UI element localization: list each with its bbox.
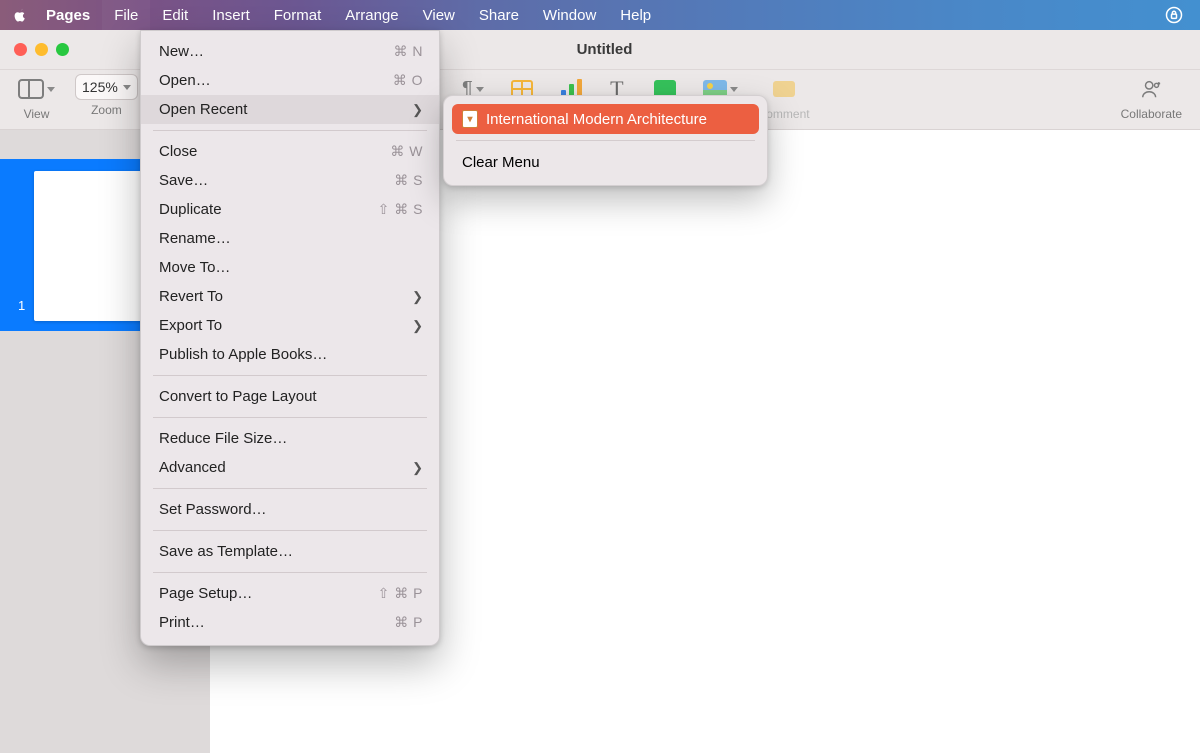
menu-window[interactable]: Window [531, 0, 608, 30]
menu-item-label: Advanced [159, 459, 412, 476]
open-recent-submenu: ▾ International Modern Architecture Clea… [443, 95, 768, 186]
file-menu-item[interactable]: Open…⌘ O [141, 66, 439, 95]
toolbar-zoom-label: Zoom [91, 103, 122, 117]
file-menu-item[interactable]: Duplicate⇧ ⌘ S [141, 195, 439, 224]
menu-item-label: Open… [159, 72, 377, 89]
menu-item-label: Reduce File Size… [159, 430, 423, 447]
toolbar-zoom[interactable]: 125% Zoom [65, 70, 148, 129]
page-thumbnail-image [34, 171, 154, 321]
file-menu-item[interactable]: Advanced❯ [141, 453, 439, 482]
file-menu-item[interactable]: Save as Template… [141, 537, 439, 566]
close-window-button[interactable] [14, 43, 27, 56]
menu-separator [456, 140, 755, 141]
file-menu-item[interactable]: Open Recent❯ [141, 95, 439, 124]
chevron-right-icon: ❯ [412, 102, 423, 118]
menu-separator [153, 417, 427, 418]
pages-document-icon: ▾ [462, 110, 478, 128]
menu-shortcut: ⇧ ⌘ S [377, 201, 423, 218]
menu-item-label: Publish to Apple Books… [159, 346, 423, 363]
zoom-value: 125% [82, 79, 118, 95]
menu-item-label: Print… [159, 614, 377, 631]
menu-edit[interactable]: Edit [150, 0, 200, 30]
menu-share[interactable]: Share [467, 0, 531, 30]
chevron-down-icon [730, 87, 738, 92]
file-menu-item[interactable]: Rename… [141, 224, 439, 253]
file-menu-item[interactable]: Convert to Page Layout [141, 382, 439, 411]
menu-shortcut: ⌘ S [377, 172, 423, 189]
file-menu-item[interactable]: New…⌘ N [141, 37, 439, 66]
toolbar-collaborate[interactable]: Collaborate [1111, 70, 1192, 129]
menu-shortcut: ⌘ W [377, 143, 423, 160]
file-menu-item[interactable]: Reduce File Size… [141, 424, 439, 453]
menu-separator [153, 530, 427, 531]
file-menu-item[interactable]: Set Password… [141, 495, 439, 524]
menu-shortcut: ⇧ ⌘ P [377, 585, 423, 602]
menu-item-label: Save as Template… [159, 543, 423, 560]
menu-shortcut: ⌘ P [377, 614, 423, 631]
menu-item-label: Rename… [159, 230, 423, 247]
menu-insert[interactable]: Insert [200, 0, 262, 30]
comment-icon [773, 81, 795, 97]
menu-item-label: Revert To [159, 288, 412, 305]
menu-help[interactable]: Help [608, 0, 663, 30]
file-menu-item[interactable]: Publish to Apple Books… [141, 340, 439, 369]
page-number: 1 [18, 298, 25, 313]
view-icon [18, 79, 44, 99]
menu-separator [153, 488, 427, 489]
file-menu-item[interactable]: Revert To❯ [141, 282, 439, 311]
chevron-down-icon [123, 85, 131, 90]
app-name[interactable]: Pages [34, 0, 102, 30]
toolbar-collaborate-label: Collaborate [1121, 107, 1182, 121]
file-menu-item[interactable]: Save…⌘ S [141, 166, 439, 195]
file-menu-item[interactable]: Export To❯ [141, 311, 439, 340]
chevron-down-icon [476, 87, 484, 92]
menu-item-label: Export To [159, 317, 412, 334]
chevron-right-icon: ❯ [412, 289, 423, 305]
recent-document-item[interactable]: ▾ International Modern Architecture [452, 104, 759, 134]
menu-item-label: Save… [159, 172, 377, 189]
menu-file[interactable]: File [102, 0, 150, 30]
lock-status-icon[interactable] [1154, 5, 1194, 25]
menu-item-label: Convert to Page Layout [159, 388, 423, 405]
traffic-lights [0, 43, 69, 56]
apple-menu-icon[interactable] [6, 7, 34, 23]
chevron-right-icon: ❯ [412, 460, 423, 476]
file-menu-item[interactable]: Move To… [141, 253, 439, 282]
menu-view[interactable]: View [411, 0, 467, 30]
zoom-window-button[interactable] [56, 43, 69, 56]
minimize-window-button[interactable] [35, 43, 48, 56]
toolbar-view[interactable]: View [8, 70, 65, 129]
macos-menubar: Pages File Edit Insert Format Arrange Vi… [0, 0, 1200, 30]
menu-item-label: New… [159, 43, 377, 60]
clear-menu-label: Clear Menu [462, 154, 540, 171]
menu-item-label: Move To… [159, 259, 423, 276]
menu-item-label: Page Setup… [159, 585, 377, 602]
menu-shortcut: ⌘ O [377, 72, 423, 89]
chevron-right-icon: ❯ [412, 318, 423, 334]
clear-menu-item[interactable]: Clear Menu [452, 147, 759, 177]
menu-shortcut: ⌘ N [377, 43, 423, 60]
menu-arrange[interactable]: Arrange [333, 0, 410, 30]
menu-item-label: Duplicate [159, 201, 377, 218]
file-menu-item[interactable]: Print…⌘ P [141, 608, 439, 637]
menu-item-label: Close [159, 143, 377, 160]
file-menu-item[interactable]: Close⌘ W [141, 137, 439, 166]
menu-separator [153, 375, 427, 376]
file-menu-item[interactable]: Page Setup…⇧ ⌘ P [141, 579, 439, 608]
menu-separator [153, 572, 427, 573]
menu-item-label: Set Password… [159, 501, 423, 518]
chevron-down-icon [47, 87, 55, 92]
collaborate-icon [1140, 78, 1162, 100]
menu-item-label: Open Recent [159, 101, 412, 118]
menu-format[interactable]: Format [262, 0, 334, 30]
file-menu-dropdown: New…⌘ NOpen…⌘ OOpen Recent❯Close⌘ WSave…… [140, 30, 440, 646]
menu-separator [153, 130, 427, 131]
recent-document-label: International Modern Architecture [486, 111, 707, 128]
toolbar-view-label: View [24, 107, 50, 121]
